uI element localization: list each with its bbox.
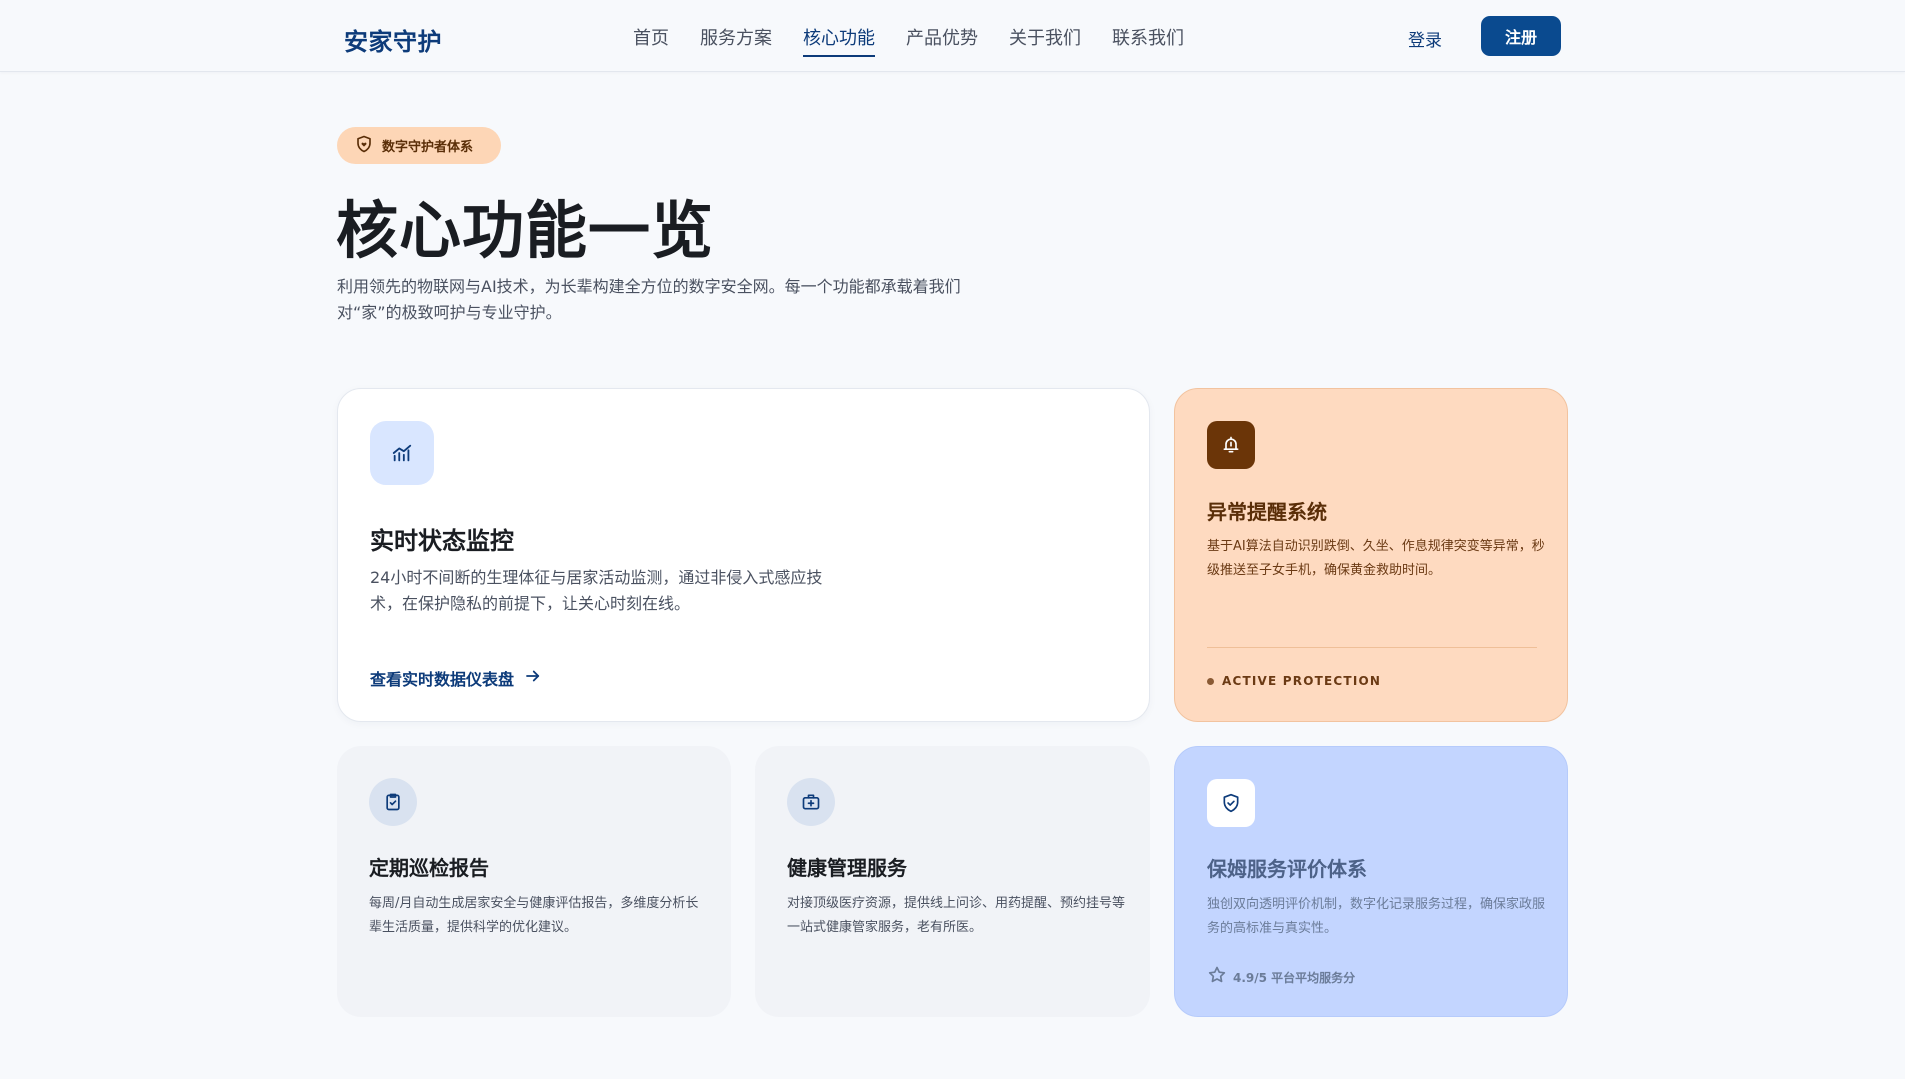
medical-bag-icon [787,778,835,826]
hero-badge: 数字守护者体系 [337,127,501,164]
login-link[interactable]: 登录 [1408,26,1442,51]
status-dot-icon [1207,677,1214,685]
feature-title: 定期巡检报告 [369,856,489,880]
status-badge: ACTIVE PROTECTION [1207,674,1381,688]
feature-card-rating: 保姆服务评价体系 独创双向透明评价机制，数字化记录服务过程，确保家政服务的高标准… [1174,746,1568,1017]
feature-description: 独创双向透明评价机制，数字化记录服务过程，确保家政服务的高标准与真实性。 [1207,897,1546,936]
rating-score-label: 4.9/5 平台平均服务分 [1233,970,1356,985]
feature-card-report: 定期巡检报告 每周/月自动生成居家安全与健康评估报告，多维度分析长辈生活质量，提… [337,746,731,1017]
feature-card-monitoring: 实时状态监控 24小时不间断的生理体征与居家活动监测，通过非侵入式感应技术，在保… [337,388,1150,722]
feature-title: 异常提醒系统 [1207,500,1327,524]
top-navbar: 安家守护 首页 服务方案 核心功能 产品优势 关于我们 联系我们 登录 注册 [0,0,1905,72]
feature-description: 基于AI算法自动识别跌倒、久坐、作息规律突变等异常，秒级推送至子女手机，确保黄金… [1207,539,1545,578]
feature-description: 24小时不间断的生理体征与居家活动监测，通过非侵入式感应技术，在保护隐私的前提下… [370,568,823,613]
page-description: 利用领先的物联网与AI技术，为长辈构建全方位的数字安全网。每一个功能都承载着我们… [337,277,961,322]
feature-title: 保姆服务评价体系 [1207,857,1367,881]
hero-badge-label: 数字守护者体系 [382,140,474,155]
feature-title: 健康管理服务 [787,856,907,880]
feature-description: 每周/月自动生成居家安全与健康评估报告，多维度分析长辈生活质量，提供科学的优化建… [369,896,699,935]
bell-icon [1207,421,1255,469]
nav-item-product-advantages[interactable]: 产品优势 [906,24,978,57]
nav-item-contact-us[interactable]: 联系我们 [1112,24,1184,57]
view-dashboard-link[interactable]: 查看实时数据仪表盘 [370,666,542,690]
arrow-right-icon [524,667,542,689]
divider [1207,647,1537,648]
shield-check-icon [1207,779,1255,827]
main-nav: 首页 服务方案 核心功能 产品优势 关于我们 联系我们 [633,24,1215,57]
shield-heart-icon [355,135,373,157]
chart-icon [370,421,434,485]
feature-description: 对接顶级医疗资源，提供线上问诊、用药提醒、预约挂号等一站式健康管家服务，老有所医… [787,896,1126,935]
rating-score: 4.9/5 平台平均服务分 [1207,965,1355,989]
clipboard-check-icon [369,778,417,826]
nav-item-core-features[interactable]: 核心功能 [803,24,875,57]
nav-item-home[interactable]: 首页 [633,24,669,57]
register-button[interactable]: 注册 [1481,16,1561,56]
view-dashboard-label: 查看实时数据仪表盘 [370,670,515,689]
star-icon [1207,965,1227,989]
site-logo[interactable]: 安家守护 [344,22,442,57]
feature-card-health: 健康管理服务 对接顶级医疗资源，提供线上问诊、用药提醒、预约挂号等一站式健康管家… [755,746,1150,1017]
feature-title: 实时状态监控 [370,527,514,555]
nav-item-service-plans[interactable]: 服务方案 [700,24,772,57]
nav-item-about-us[interactable]: 关于我们 [1009,24,1081,57]
status-label: ACTIVE PROTECTION [1222,674,1382,688]
page-title: 核心功能一览 [336,194,715,267]
feature-card-alert: 异常提醒系统 基于AI算法自动识别跌倒、久坐、作息规律突变等异常，秒级推送至子女… [1174,388,1568,722]
